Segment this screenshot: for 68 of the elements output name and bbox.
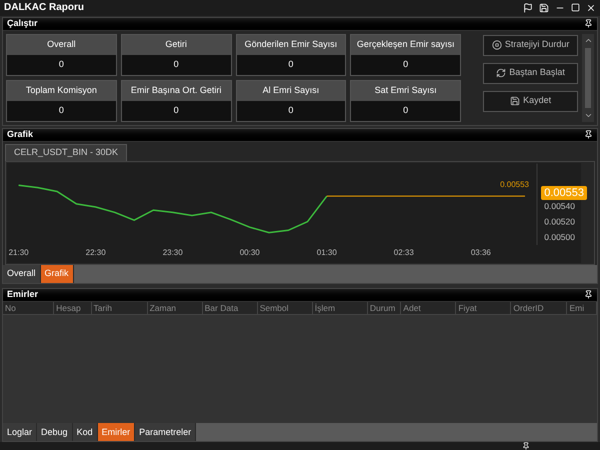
pin-icon[interactable] xyxy=(584,290,593,300)
column-header[interactable]: Durum xyxy=(368,302,402,314)
save-icon xyxy=(510,96,520,106)
x-tick-label: 02:33 xyxy=(394,248,414,257)
stat-value: 0 xyxy=(351,54,460,75)
column-header[interactable]: Bar Data xyxy=(202,302,258,314)
window-title: DALKAC Raporu xyxy=(4,1,84,16)
stat-value: 0 xyxy=(7,54,116,75)
x-tick-label: 22:30 xyxy=(86,248,106,257)
tab[interactable]: Overall xyxy=(3,264,41,283)
scroll-thumb[interactable] xyxy=(585,48,592,108)
column-header[interactable]: OrderID xyxy=(511,302,568,314)
chart-tab[interactable]: CELR_USDT_BIN - 30DK xyxy=(5,144,128,161)
stat-label: Emir Başına Ort. Getiri xyxy=(122,80,231,101)
y-tick-label: 0.00500 xyxy=(544,232,575,242)
panel-title: Emirler xyxy=(7,290,38,300)
save-icon[interactable] xyxy=(539,2,549,13)
x-tick-label: 00:30 xyxy=(240,248,260,257)
tab[interactable]: Loglar xyxy=(3,423,38,441)
column-header[interactable]: Tarih xyxy=(92,302,148,314)
stat-label: Gerçekleşen Emir sayısı xyxy=(351,34,460,55)
stat-label: Getiri xyxy=(122,34,231,55)
stat-value: 0 xyxy=(236,54,346,75)
x-tick-label: 21:30 xyxy=(8,248,29,257)
y-tick-label: 0.00540 xyxy=(544,200,575,211)
flag-icon[interactable] xyxy=(523,2,533,13)
panel-title: Grafik xyxy=(7,130,34,140)
column-header[interactable]: Hesap xyxy=(54,302,92,314)
x-tick-label: 23:30 xyxy=(162,248,183,257)
scrollbar[interactable] xyxy=(582,34,594,122)
close-icon[interactable] xyxy=(586,2,596,13)
price-axis-label: 0.00553 xyxy=(500,180,529,189)
action-button[interactable]: Baştan Başlat xyxy=(483,62,578,84)
refresh-icon xyxy=(496,68,506,78)
stat-label: Al Emri Sayısı xyxy=(236,80,346,101)
stat-value: 0 xyxy=(351,100,460,121)
column-header[interactable]: Sembol xyxy=(258,302,313,314)
stat-label: Gönderilen Emir Sayısı xyxy=(236,34,346,55)
column-header[interactable]: No xyxy=(3,302,54,314)
column-header[interactable]: Fiyat xyxy=(456,302,512,314)
column-header[interactable]: Emi xyxy=(567,302,598,314)
x-tick-label: 01:30 xyxy=(316,248,337,257)
stat-label: Overall xyxy=(7,34,116,55)
tab[interactable]: Kod xyxy=(72,423,98,441)
tab[interactable]: Parametreler xyxy=(135,423,196,441)
pin-icon[interactable] xyxy=(584,130,593,140)
maximize-icon[interactable] xyxy=(571,3,580,12)
tab[interactable]: Grafik xyxy=(40,264,74,283)
stat-value: 0 xyxy=(122,54,231,75)
action-button[interactable]: Kaydet xyxy=(483,90,578,112)
price-badge: 0.00553 xyxy=(541,186,587,200)
pin-icon[interactable] xyxy=(522,442,530,450)
stat-value: 0 xyxy=(236,100,346,121)
action-button[interactable]: Stratejiyi Durdur xyxy=(483,34,578,56)
stat-value: 0 xyxy=(7,100,116,121)
tab[interactable]: Debug xyxy=(37,423,73,441)
stat-label: Sat Emri Sayısı xyxy=(351,80,460,101)
x-tick-label: 03:36 xyxy=(470,248,491,257)
column-header[interactable]: Adet xyxy=(401,302,456,314)
column-header[interactable]: İşlem xyxy=(312,302,368,314)
tab[interactable]: Emirler xyxy=(98,423,136,441)
pin-icon[interactable] xyxy=(584,19,593,28)
stat-value: 0 xyxy=(122,100,231,121)
stat-label: Toplam Komisyon xyxy=(7,80,116,101)
stop-icon xyxy=(492,40,502,50)
y-tick-label: 0.00520 xyxy=(544,216,575,226)
column-header[interactable]: Zaman xyxy=(148,302,203,314)
panel-title: Çalıştır xyxy=(7,19,38,28)
